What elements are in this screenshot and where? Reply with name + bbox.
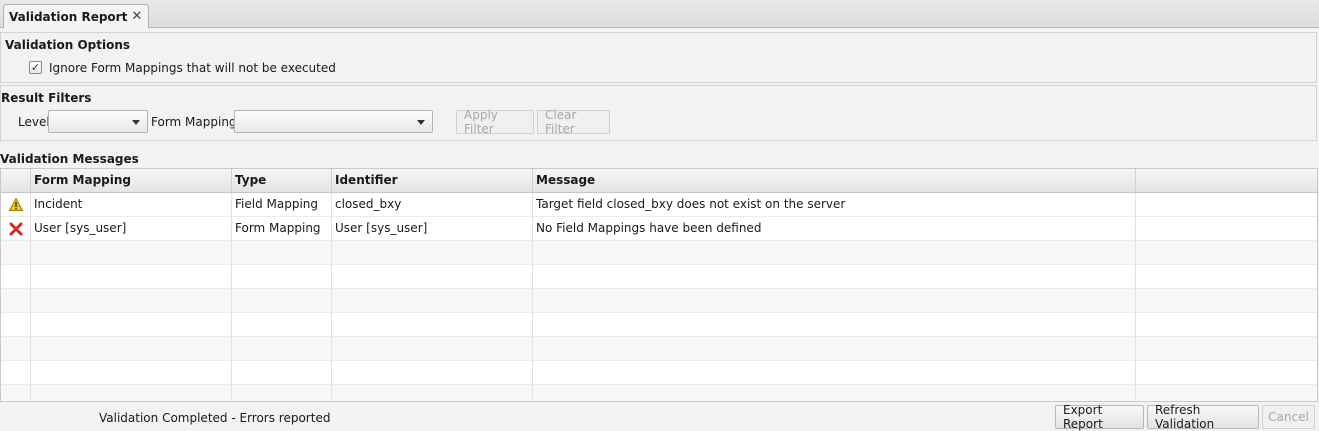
warning-icon: [1, 193, 30, 216]
column-divider: [231, 193, 232, 401]
table-row[interactable]: User [sys_user] Form Mapping User [sys_u…: [1, 217, 1317, 241]
column-divider: [532, 193, 533, 401]
level-label: Level: [18, 115, 50, 129]
validation-options-title: Validation Options: [5, 38, 131, 52]
empty-row: [1, 313, 1317, 337]
column-header-type[interactable]: Type: [232, 169, 332, 192]
error-icon: [1, 217, 30, 240]
empty-row: [1, 289, 1317, 313]
validation-options-panel: Validation Options ✓ Ignore Form Mapping…: [0, 32, 1317, 83]
cell-type: Field Mapping: [235, 197, 319, 211]
empty-row: [1, 265, 1317, 289]
cell-message: Target field closed_bxy does not exist o…: [536, 197, 846, 211]
column-header-form-mapping[interactable]: Form Mapping: [31, 169, 232, 192]
refresh-validation-button[interactable]: Refresh Validation: [1147, 403, 1259, 431]
close-icon[interactable]: ✕: [131, 9, 142, 24]
ignore-form-mappings-label: Ignore Form Mappings that will not be ex…: [49, 61, 336, 75]
column-divider: [1135, 193, 1136, 401]
level-select[interactable]: [48, 110, 148, 133]
chevron-down-icon: [417, 120, 425, 125]
empty-row: [1, 361, 1317, 385]
result-filters-panel: Result Filters Level Form Mapping Apply …: [0, 85, 1317, 141]
cell-form-mapping: Incident: [34, 197, 83, 211]
apply-filter-button[interactable]: Apply Filter: [456, 108, 534, 136]
cancel-button[interactable]: Cancel: [1262, 405, 1315, 429]
empty-row: [1, 385, 1317, 401]
empty-row: [1, 337, 1317, 361]
empty-row: [1, 241, 1317, 265]
validation-messages-title: Validation Messages: [0, 152, 139, 166]
column-divider: [331, 193, 332, 401]
column-header-filler: [1136, 169, 1317, 192]
tab-validation-report[interactable]: Validation Report ✕: [3, 4, 150, 28]
status-text: Validation Completed - Errors reported: [99, 411, 331, 425]
table-row[interactable]: Incident Field Mapping closed_bxy Target…: [1, 193, 1317, 217]
ignore-form-mappings-checkbox[interactable]: ✓: [29, 61, 42, 74]
clear-filter-button[interactable]: Clear Filter: [537, 108, 610, 136]
column-divider: [30, 193, 31, 401]
cell-identifier: User [sys_user]: [335, 221, 428, 235]
cell-message: No Field Mappings have been defined: [536, 221, 762, 235]
form-mapping-label: Form Mapping: [151, 115, 237, 129]
column-header-identifier[interactable]: Identifier: [332, 169, 533, 192]
form-mapping-select[interactable]: [234, 110, 433, 133]
table-header: Form Mapping Type Identifier Message: [1, 169, 1317, 193]
checkmark-icon: ✓: [30, 61, 41, 74]
column-header-icon[interactable]: [1, 169, 31, 192]
column-header-message[interactable]: Message: [533, 169, 1136, 192]
cell-type: Form Mapping: [235, 221, 321, 235]
tab-strip: Validation Report ✕: [0, 0, 1319, 28]
export-report-button[interactable]: Export Report: [1055, 403, 1144, 431]
result-filters-title: Result Filters: [1, 91, 92, 105]
chevron-down-icon: [132, 120, 140, 125]
validation-messages-table: Form Mapping Type Identifier Message Inc…: [0, 168, 1318, 402]
status-bar: Validation Completed - Errors reported E…: [0, 403, 1319, 431]
tab-title: Validation Report: [9, 9, 128, 24]
cell-form-mapping: User [sys_user]: [34, 221, 127, 235]
cell-identifier: closed_bxy: [335, 197, 402, 211]
